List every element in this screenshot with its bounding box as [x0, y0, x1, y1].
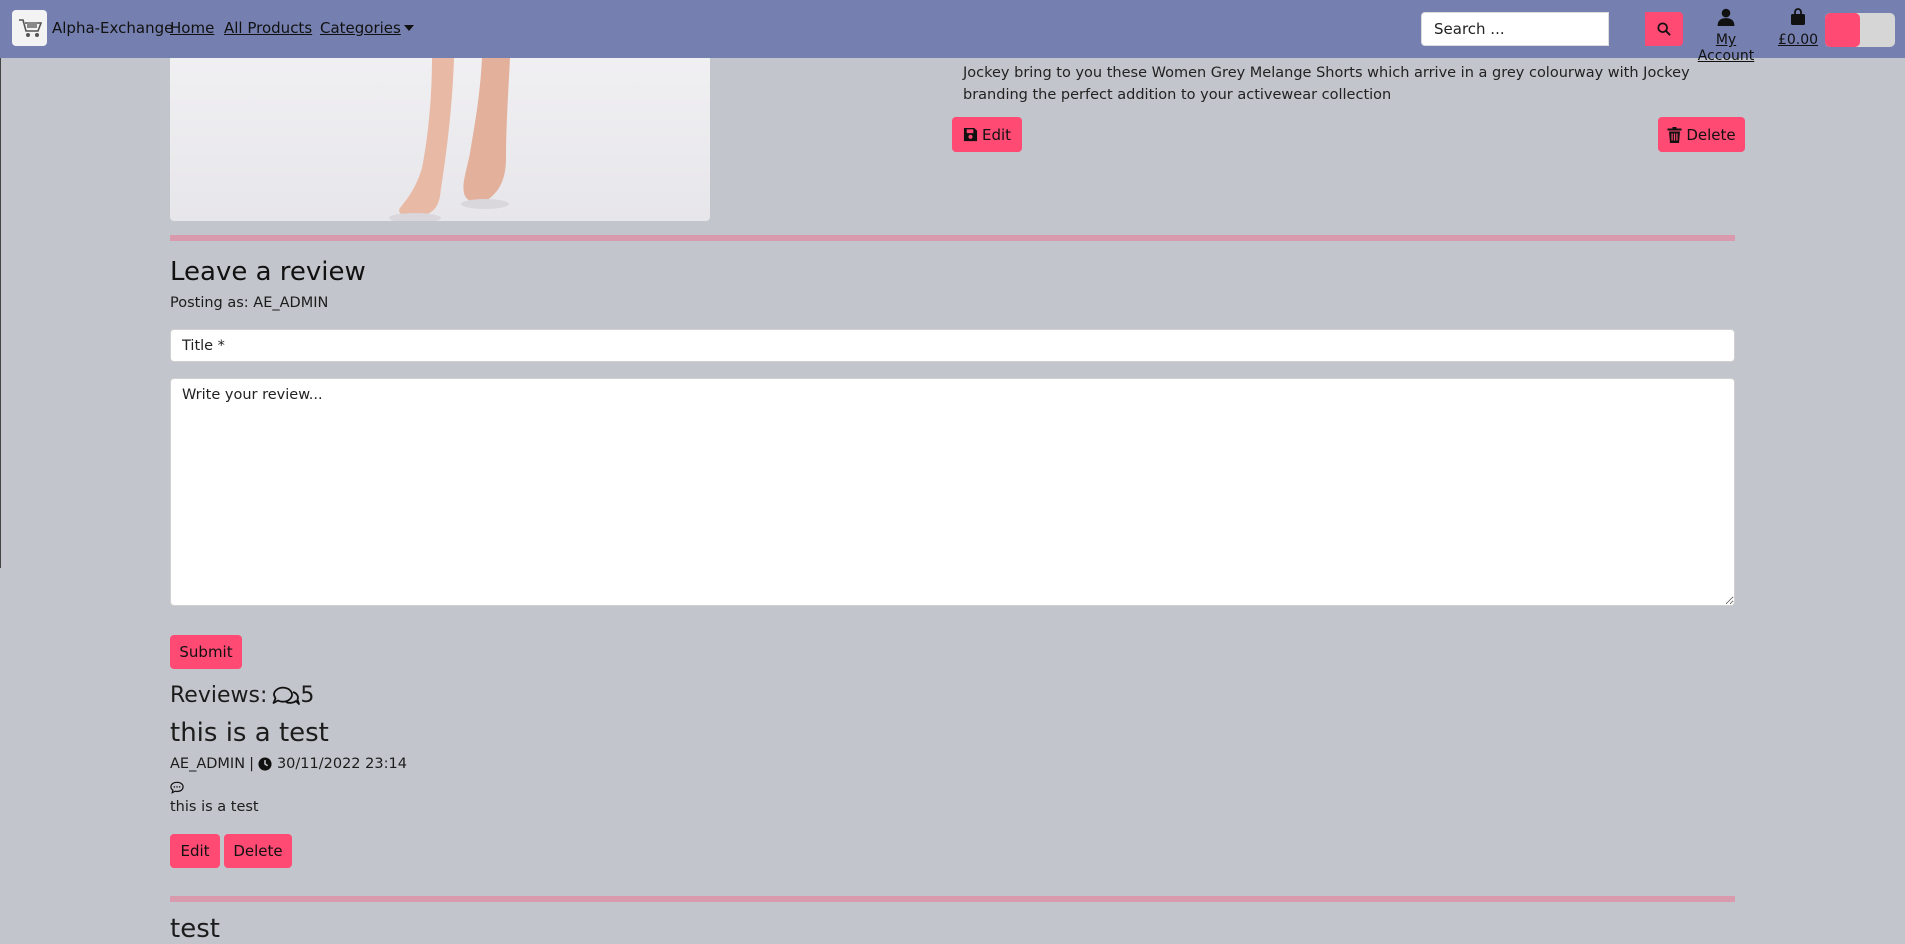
edit-product-label: Edit: [981, 125, 1012, 144]
save-icon: [963, 127, 978, 142]
review-title: this is a test: [170, 718, 329, 748]
navbar: Alpha-Exchange Home All Products Categor…: [0, 0, 1905, 64]
user-icon: [1717, 8, 1735, 26]
reviews-label: Reviews:: [170, 683, 268, 708]
comments-icon: [272, 686, 301, 705]
meta-separator: |: [249, 756, 254, 772]
section-divider: [170, 235, 1735, 241]
review-title-input[interactable]: [170, 329, 1735, 362]
reviews-count-heading: Reviews: 5: [170, 683, 314, 708]
reviews-count: 5: [300, 683, 315, 708]
search-button[interactable]: [1645, 12, 1683, 46]
posting-as-text: Posting as: AE_ADMIN: [170, 295, 329, 311]
nav-all-products-link[interactable]: All Products: [224, 19, 312, 37]
trash-icon: [1667, 126, 1682, 143]
page-edge-line: [0, 58, 1, 568]
theme-toggle[interactable]: [1825, 13, 1895, 47]
nav-home-link[interactable]: Home: [170, 19, 214, 37]
brand-name[interactable]: Alpha-Exchange: [52, 19, 173, 37]
review-body-textarea[interactable]: [170, 378, 1735, 606]
delete-product-label: Delete: [1686, 125, 1736, 144]
caret-down-icon: [403, 25, 414, 31]
my-account-link[interactable]: My Account: [1686, 8, 1766, 64]
product-image: [170, 58, 710, 221]
submit-review-button[interactable]: Submit: [170, 635, 242, 669]
cart-total: £0.00: [1777, 32, 1819, 48]
search-icon: [1657, 22, 1671, 36]
review-divider: [170, 896, 1735, 902]
categories-label: Categories: [320, 19, 401, 37]
cart-link[interactable]: £0.00: [1776, 8, 1820, 48]
review-datetime: 30/11/2022 23:14: [276, 756, 407, 772]
clock-icon: [258, 757, 272, 771]
review-meta: AE_ADMIN | 30/11/2022 23:14: [170, 756, 407, 772]
toggle-knob: [1825, 13, 1860, 47]
delete-product-button[interactable]: Delete: [1658, 117, 1745, 152]
edit-review-button[interactable]: Edit: [170, 834, 220, 868]
nav-categories-dropdown[interactable]: Categories: [320, 19, 414, 37]
shopping-bag-icon: [1791, 8, 1805, 25]
leave-review-heading: Leave a review: [170, 257, 366, 287]
search-input[interactable]: [1421, 12, 1609, 46]
review-author: AE_ADMIN: [170, 756, 246, 772]
comment-icon: [170, 779, 184, 798]
my-account-label: My Account: [1697, 32, 1755, 64]
review-title-next: test: [170, 914, 220, 944]
review-body: this is a test: [170, 799, 259, 815]
delete-review-button[interactable]: Delete: [224, 834, 292, 868]
product-description: Jockey bring to you these Women Grey Mel…: [963, 65, 1690, 103]
edit-product-button[interactable]: Edit: [952, 117, 1022, 152]
cart-logo-icon[interactable]: [12, 10, 47, 46]
